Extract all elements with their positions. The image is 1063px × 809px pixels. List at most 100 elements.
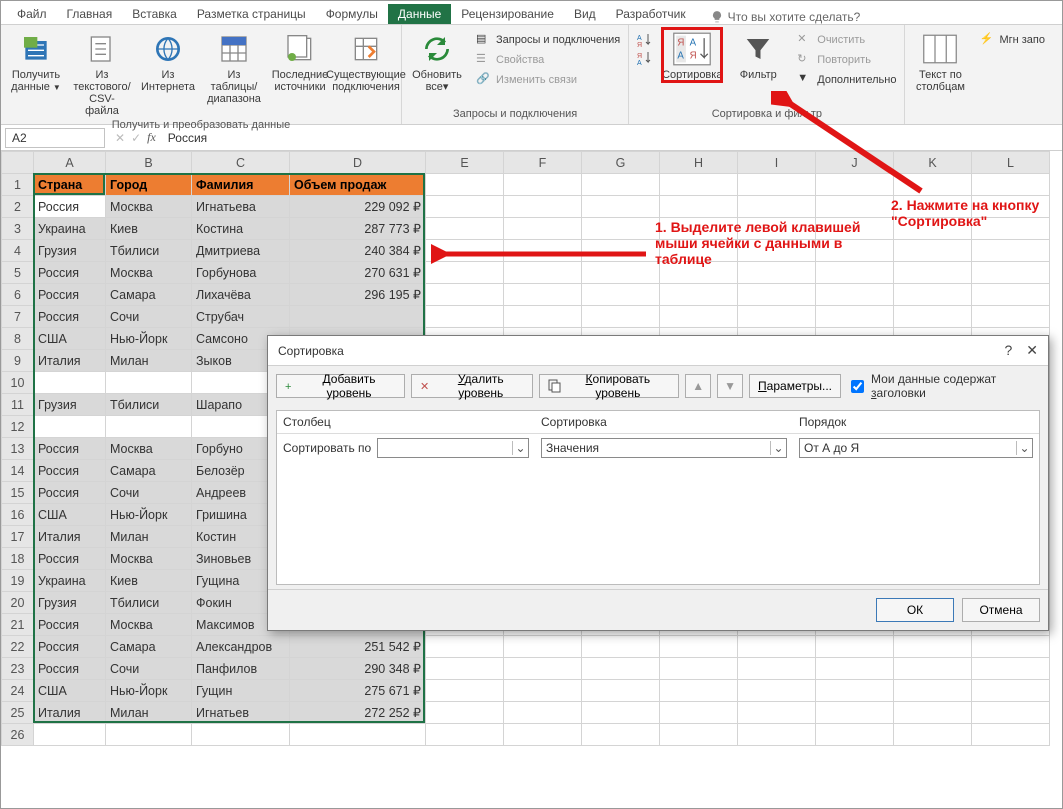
cell[interactable] [504,306,582,328]
cell[interactable] [738,196,816,218]
tell-me-search[interactable]: Что вы хотите сделать? [696,10,861,24]
cell[interactable] [504,724,582,746]
cell[interactable] [582,240,660,262]
cell[interactable]: 229 092 ₽ [290,196,426,218]
cell[interactable] [660,724,738,746]
cell[interactable]: Гущин [192,680,290,702]
cell[interactable] [582,262,660,284]
cell[interactable]: Тбилиси [106,240,192,262]
cell[interactable] [816,702,894,724]
cell[interactable]: Игнатьев [192,702,290,724]
clear-filter-button[interactable]: ✕Очистить [795,31,898,49]
tab-разработчик[interactable]: Разработчик [606,4,696,24]
row-header[interactable]: 1 [2,174,34,196]
tab-формулы[interactable]: Формулы [316,4,388,24]
cell[interactable] [504,658,582,680]
fx-icon[interactable]: fx [147,130,156,145]
cancel-button[interactable]: Отмена [962,598,1040,622]
cell[interactable] [426,306,504,328]
cell[interactable]: Струбач [192,306,290,328]
select-all-corner[interactable] [2,152,34,174]
cell[interactable]: 270 631 ₽ [290,262,426,284]
tab-вставка[interactable]: Вставка [122,4,187,24]
sort-column-combo[interactable]: ⌄ [377,438,529,458]
cell[interactable]: Италия [34,350,106,372]
cell[interactable] [504,636,582,658]
cell[interactable]: Костина [192,218,290,240]
copy-level-button[interactable]: Копировать уровень [539,374,679,398]
has-headers-checkbox[interactable]: Мои данные содержат заголовки [847,372,1040,400]
cell[interactable]: Сочи [106,658,192,680]
cell[interactable] [972,284,1050,306]
cell[interactable] [582,636,660,658]
cell[interactable] [582,306,660,328]
cell[interactable] [738,680,816,702]
cell[interactable] [426,658,504,680]
cell[interactable] [582,702,660,724]
cell[interactable] [106,372,192,394]
row-header[interactable]: 14 [2,460,34,482]
cell[interactable]: Киев [106,570,192,592]
cell[interactable]: Россия [34,658,106,680]
cell[interactable] [816,658,894,680]
row-header[interactable]: 20 [2,592,34,614]
cell[interactable]: Россия [34,306,106,328]
delete-level-button[interactable]: ✕ Удалить уровень [411,374,533,398]
cell[interactable]: Россия [34,614,106,636]
cell[interactable] [582,174,660,196]
cell[interactable] [660,658,738,680]
row-header[interactable]: 17 [2,526,34,548]
cell[interactable] [738,658,816,680]
cell[interactable]: Москва [106,548,192,570]
cell[interactable]: Россия [34,636,106,658]
get-data-btn-1[interactable]: Из текстового/ CSV-файла [73,29,131,117]
cell[interactable]: Город [106,174,192,196]
col-header-B[interactable]: B [106,152,192,174]
cell[interactable] [894,262,972,284]
cell[interactable] [426,174,504,196]
sort-order-combo[interactable]: От А до Я⌄ [799,438,1033,458]
cell[interactable] [660,306,738,328]
cell[interactable] [816,636,894,658]
cell[interactable]: Москва [106,438,192,460]
cell[interactable] [582,680,660,702]
row-header[interactable]: 13 [2,438,34,460]
cell[interactable] [894,174,972,196]
cell[interactable]: Россия [34,548,106,570]
cell[interactable] [106,416,192,438]
get-data-btn-2[interactable]: Из Интернета [139,29,197,93]
cell[interactable] [504,240,582,262]
edit-links-button[interactable]: 🔗Изменить связи [474,71,622,89]
filter-button[interactable]: Фильтр [729,29,787,81]
cell[interactable]: Объем продаж [290,174,426,196]
cell[interactable]: Россия [34,196,106,218]
tab-главная[interactable]: Главная [57,4,123,24]
cell[interactable] [972,658,1050,680]
row-header[interactable]: 4 [2,240,34,262]
cell[interactable]: Милан [106,350,192,372]
cell[interactable] [738,702,816,724]
row-header[interactable]: 22 [2,636,34,658]
cell[interactable]: Россия [34,482,106,504]
cell[interactable]: Сочи [106,482,192,504]
cell[interactable]: Москва [106,196,192,218]
confirm-icon[interactable]: ✓ [131,131,141,145]
cell[interactable] [972,174,1050,196]
row-header[interactable]: 18 [2,548,34,570]
add-level-button[interactable]: + Добавить уровень [276,374,405,398]
cell[interactable] [972,680,1050,702]
get-data-btn-5[interactable]: Существующие подключения [337,29,395,93]
cell[interactable] [426,240,504,262]
cell[interactable] [504,174,582,196]
cell[interactable] [894,702,972,724]
cell[interactable]: Москва [106,614,192,636]
cell[interactable]: Россия [34,262,106,284]
properties-button[interactable]: ☰Свойства [474,51,622,69]
cell[interactable]: Страна [34,174,106,196]
cell[interactable]: Грузия [34,240,106,262]
cell[interactable] [894,240,972,262]
cell[interactable] [34,372,106,394]
help-icon[interactable]: ? [1004,342,1012,359]
col-header-K[interactable]: K [894,152,972,174]
cell[interactable]: Россия [34,284,106,306]
